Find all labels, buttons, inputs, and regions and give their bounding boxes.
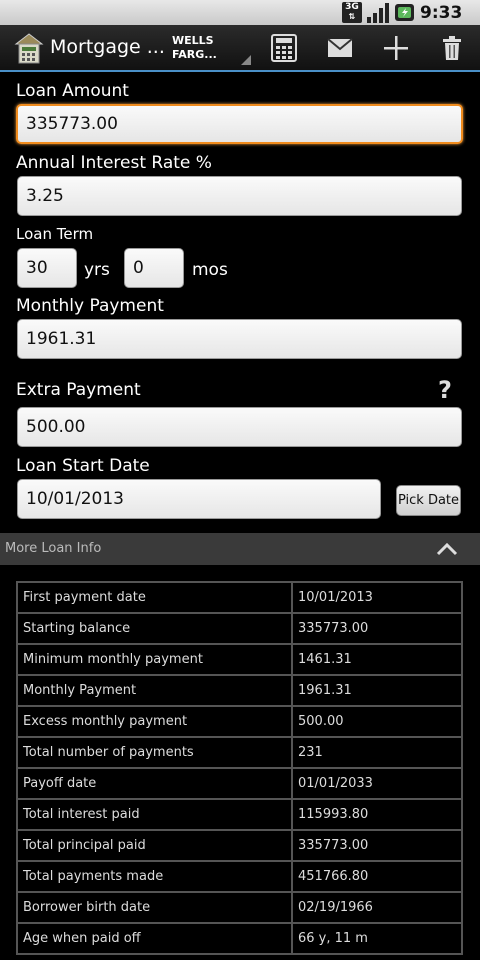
info-value: 115993.80 [291, 798, 463, 831]
info-value: 01/01/2033 [291, 767, 463, 800]
table-row: Payoff date 01/01/2033 [16, 767, 463, 800]
interest-rate-input[interactable]: 3.25 [17, 176, 462, 216]
monthly-payment-label: Monthly Payment [16, 296, 164, 316]
chevron-up-icon[interactable] [436, 541, 458, 557]
loan-amount-input[interactable]: 335773.00 [16, 104, 463, 144]
info-label: Age when paid off [16, 922, 293, 955]
loan-amount-label: Loan Amount [16, 81, 129, 101]
network-3g-icon: 3G ⇅ [342, 2, 362, 23]
battery-icon [395, 4, 414, 21]
table-row: First payment date 10/01/2013 [16, 581, 463, 614]
monthly-payment-input[interactable]: 1961.31 [17, 319, 462, 359]
table-row: Excess monthly payment 500.00 [16, 705, 463, 738]
info-label: Borrower birth date [16, 891, 293, 924]
table-row: Total number of payments 231 [16, 736, 463, 769]
info-label: Total interest paid [16, 798, 293, 831]
help-icon[interactable]: ? [438, 376, 452, 404]
loan-start-date-label: Loan Start Date [16, 456, 150, 476]
add-button[interactable] [380, 33, 412, 63]
extra-payment-input[interactable]: 500.00 [17, 407, 462, 447]
email-button[interactable] [324, 33, 356, 63]
loan-start-date-input[interactable]: 10/01/2013 [17, 479, 381, 519]
info-value: 335773.00 [291, 829, 463, 862]
network-type: 3G [345, 2, 359, 12]
info-value: 500.00 [291, 705, 463, 738]
term-months-input[interactable]: 0 [124, 248, 184, 288]
table-row: Total principal paid 335773.00 [16, 829, 463, 862]
info-value: 1961.31 [291, 674, 463, 707]
delete-button[interactable] [436, 33, 468, 63]
bank-spinner[interactable]: WELLS FARG... [172, 34, 254, 66]
months-unit-label: mos [192, 260, 228, 280]
calculator-button[interactable] [268, 33, 300, 63]
info-label: Excess monthly payment [16, 705, 293, 738]
more-loan-info-header[interactable]: More Loan Info [0, 533, 480, 565]
table-row: Minimum monthly payment 1461.31 [16, 643, 463, 676]
clock-time: 9:33 [420, 3, 463, 23]
table-row: Borrower birth date 02/19/1966 [16, 891, 463, 924]
pick-date-button[interactable]: Pick Date [396, 485, 461, 516]
table-row: Starting balance 335773.00 [16, 612, 463, 645]
info-value: 02/19/1966 [291, 891, 463, 924]
extra-payment-label: Extra Payment [16, 380, 141, 400]
mail-icon [327, 38, 353, 57]
info-value: 335773.00 [291, 612, 463, 645]
info-value: 66 y, 11 m [291, 922, 463, 955]
info-label: Minimum monthly payment [16, 643, 293, 676]
status-bar: 3G ⇅ 9:33 PM [0, 0, 480, 41]
bank-name-line1: WELLS [172, 34, 214, 47]
loan-term-label: Loan Term [16, 225, 94, 243]
term-years-input[interactable]: 30 [17, 248, 77, 288]
info-value: 1461.31 [291, 643, 463, 676]
info-value: 10/01/2013 [291, 581, 463, 614]
table-row: Monthly Payment 1961.31 [16, 674, 463, 707]
calculator-icon [271, 34, 297, 62]
info-label: Monthly Payment [16, 674, 293, 707]
add-icon [384, 36, 408, 60]
info-label: Payoff date [16, 767, 293, 800]
app-home-icon[interactable] [14, 32, 44, 64]
signal-icon [367, 3, 389, 23]
info-label: Total number of payments [16, 736, 293, 769]
info-value: 451766.80 [291, 860, 463, 893]
table-row: Total interest paid 115993.80 [16, 798, 463, 831]
more-loan-info-title: More Loan Info [5, 541, 102, 556]
spinner-arrow-icon [241, 55, 251, 65]
loan-info-table: First payment date 10/01/2013 Starting bal… [16, 581, 463, 955]
trash-icon [443, 36, 461, 60]
info-value: 231 [291, 736, 463, 769]
info-label: Starting balance [16, 612, 293, 645]
action-bar: Mortgage ... WELLS FARG... [0, 25, 480, 72]
app-title[interactable]: Mortgage ... [50, 36, 165, 58]
info-label: Total payments made [16, 860, 293, 893]
interest-rate-label: Annual Interest Rate % [16, 153, 212, 173]
info-label: Total principal paid [16, 829, 293, 862]
table-row: Age when paid off 66 y, 11 m [16, 922, 463, 955]
table-row: Total payments made 451766.80 [16, 860, 463, 893]
years-unit-label: yrs [84, 260, 110, 280]
info-label: First payment date [16, 581, 293, 614]
